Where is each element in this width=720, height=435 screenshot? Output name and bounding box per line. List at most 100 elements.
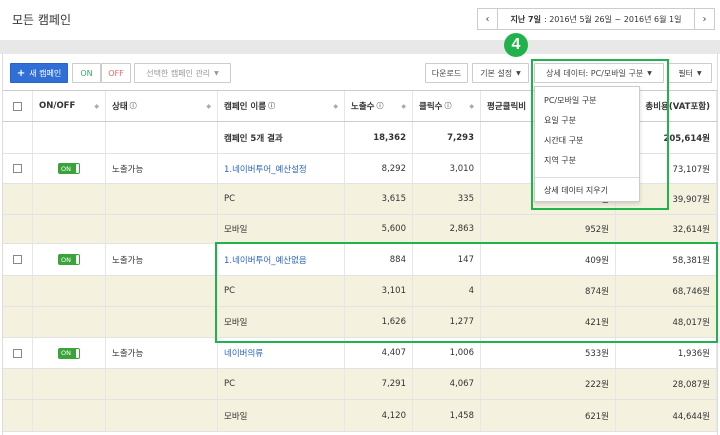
menu-item-time[interactable]: 시간대 구분 xyxy=(544,135,583,146)
empty-cell xyxy=(106,400,218,431)
header-select-all[interactable] xyxy=(3,91,33,121)
cost-value: 28,087원 xyxy=(616,369,717,399)
help-icon[interactable]: ⓘ xyxy=(376,101,383,111)
chevron-down-icon: ▼ xyxy=(697,69,702,77)
empty-cell xyxy=(3,400,33,431)
download-button[interactable]: 다운로드 xyxy=(425,63,468,83)
header-campaign-name[interactable]: 캠페인 이름 ⓘ ◆ xyxy=(218,91,345,121)
filter-dropdown[interactable]: 필터 ▼ xyxy=(668,63,712,83)
basic-settings-dropdown[interactable]: 기본 설정 ▼ xyxy=(472,63,529,83)
empty-cell xyxy=(33,276,106,306)
table-row: ON 노출가능 1.네이버투어_예산없음 884 147 409원 58,381… xyxy=(3,244,717,276)
onoff-cell: ON xyxy=(33,244,106,275)
on-off-toggle[interactable]: ON xyxy=(58,254,80,265)
impressions-value: 7,291 xyxy=(345,369,413,399)
row-select[interactable] xyxy=(3,154,33,183)
detail-data-menu: PC/모바일 구분 요일 구분 시간대 구분 지역 구분 상세 데이터 지우기 xyxy=(534,86,640,202)
on-button[interactable]: ON xyxy=(72,63,101,83)
help-icon[interactable]: ⓘ xyxy=(268,101,275,111)
cost-value: 1,936원 xyxy=(616,338,717,368)
clicks-value: 1,006 xyxy=(413,338,481,368)
empty-cell xyxy=(33,307,106,337)
clicks-value: 2,863 xyxy=(413,215,481,243)
onoff-cell: ON xyxy=(33,338,106,368)
column-label: ON/OFF xyxy=(39,101,76,111)
avg-cpc-value: 621원 xyxy=(481,400,616,431)
campaign-name-link[interactable]: 1.네이버투어_예산없음 xyxy=(218,244,345,275)
header-status[interactable]: 상태 ⓘ ◆ xyxy=(106,91,218,121)
page-title: 모든 캠페인 xyxy=(12,13,72,27)
empty-cell xyxy=(3,307,33,337)
sort-icon[interactable]: ◆ xyxy=(401,103,406,110)
menu-item-clear[interactable]: 상세 데이터 지우기 xyxy=(544,185,608,196)
row-select[interactable] xyxy=(3,244,33,275)
status-text: 노출가능 xyxy=(106,244,218,275)
campaign-name-link[interactable]: 1.네이버투어_예산설정 xyxy=(218,154,345,183)
basic-settings-label: 기본 설정 xyxy=(480,68,513,78)
help-icon[interactable]: ⓘ xyxy=(130,101,137,111)
device-label: PC xyxy=(218,369,345,399)
chevron-left-icon[interactable]: ‹ xyxy=(478,9,498,29)
clicks-value: 1,277 xyxy=(413,307,481,337)
impressions-value: 884 xyxy=(345,244,413,275)
checkbox[interactable] xyxy=(13,255,22,264)
menu-item-weekday[interactable]: 요일 구분 xyxy=(544,115,576,126)
on-off-toggle[interactable]: ON xyxy=(58,347,80,359)
column-label: 캠페인 이름 xyxy=(224,102,267,112)
date-range-label[interactable]: 지난 7일 : 2016년 5월 26일 ~ 2016년 6월 1일 xyxy=(498,9,694,29)
off-button[interactable]: OFF xyxy=(101,63,131,83)
date-range-text: : 2016년 5월 26일 ~ 2016년 6월 1일 xyxy=(543,14,682,24)
chevron-down-icon: ▼ xyxy=(516,69,521,77)
help-icon[interactable]: ⓘ xyxy=(444,101,451,111)
header-clicks[interactable]: 클릭수 ⓘ ◆ xyxy=(413,91,481,121)
column-label: 총비용(VAT포함) xyxy=(645,102,710,112)
new-campaign-button[interactable]: + 새 캠페인 xyxy=(10,63,68,83)
checkbox[interactable] xyxy=(13,101,22,111)
avg-cpc-value: 952원 xyxy=(481,215,616,243)
manage-selected-dropdown[interactable]: 선택한 캠페인 관리 ▼ xyxy=(134,63,231,83)
cost-value: 32,614원 xyxy=(616,215,717,243)
chevron-right-icon[interactable]: › xyxy=(694,9,714,29)
sort-icon[interactable]: ◆ xyxy=(206,103,211,110)
impressions-value: 1,626 xyxy=(345,307,413,337)
empty-cell xyxy=(3,215,33,243)
cost-value: 68,746원 xyxy=(616,276,717,306)
menu-item-pc-mobile[interactable]: PC/모바일 구분 xyxy=(544,95,596,106)
status-text: 노출가능 xyxy=(106,154,218,183)
empty-cell xyxy=(3,122,33,153)
summary-label: 캠페인 5개 결과 xyxy=(218,122,345,153)
empty-cell xyxy=(33,184,106,214)
sort-icon[interactable]: ◆ xyxy=(469,103,474,110)
device-label: 모바일 xyxy=(218,400,345,431)
column-label: 상태 xyxy=(112,102,128,112)
checkbox[interactable] xyxy=(13,164,22,173)
device-label: PC xyxy=(218,184,345,214)
table-sub-row: PC 3,101 4 874원 68,746원 xyxy=(3,276,717,307)
impressions-value: 4,407 xyxy=(345,338,413,368)
clicks-value: 4,067 xyxy=(413,369,481,399)
cost-value: 58,381원 xyxy=(616,244,717,275)
checkbox[interactable] xyxy=(13,348,22,358)
clicks-value: 4 xyxy=(413,276,481,306)
sort-icon[interactable]: ◆ xyxy=(333,103,338,110)
column-label: 평균클릭비 xyxy=(487,102,527,112)
table-sub-row: 모바일 4,120 1,458 621원 44,644원 xyxy=(3,400,717,432)
row-select[interactable] xyxy=(3,338,33,368)
on-off-toggle[interactable]: ON xyxy=(58,163,80,174)
sort-icon[interactable]: ◆ xyxy=(94,103,99,110)
device-label: PC xyxy=(218,276,345,306)
empty-cell xyxy=(33,215,106,243)
empty-cell xyxy=(106,122,218,153)
avg-cpc-value: 409원 xyxy=(481,244,616,275)
table-row: ON 노출가능 네이버의류 4,407 1,006 533원 1,936원 xyxy=(3,338,717,369)
column-label: 클릭수 xyxy=(419,102,443,112)
filter-label: 필터 xyxy=(678,68,694,78)
detail-data-dropdown[interactable]: 상세 데이터: PC/모바일 구분 ▼ xyxy=(534,63,664,83)
avg-cpc-value: 222원 xyxy=(481,369,616,399)
step-badge: 4 xyxy=(504,33,528,57)
campaign-name-link[interactable]: 네이버의류 xyxy=(218,338,345,368)
header-onoff[interactable]: ON/OFF ◆ xyxy=(33,91,106,121)
menu-item-region[interactable]: 지역 구분 xyxy=(544,155,576,166)
header-impressions[interactable]: 노출수 ⓘ ◆ xyxy=(345,91,413,121)
summary-clicks: 7,293 xyxy=(413,122,481,153)
